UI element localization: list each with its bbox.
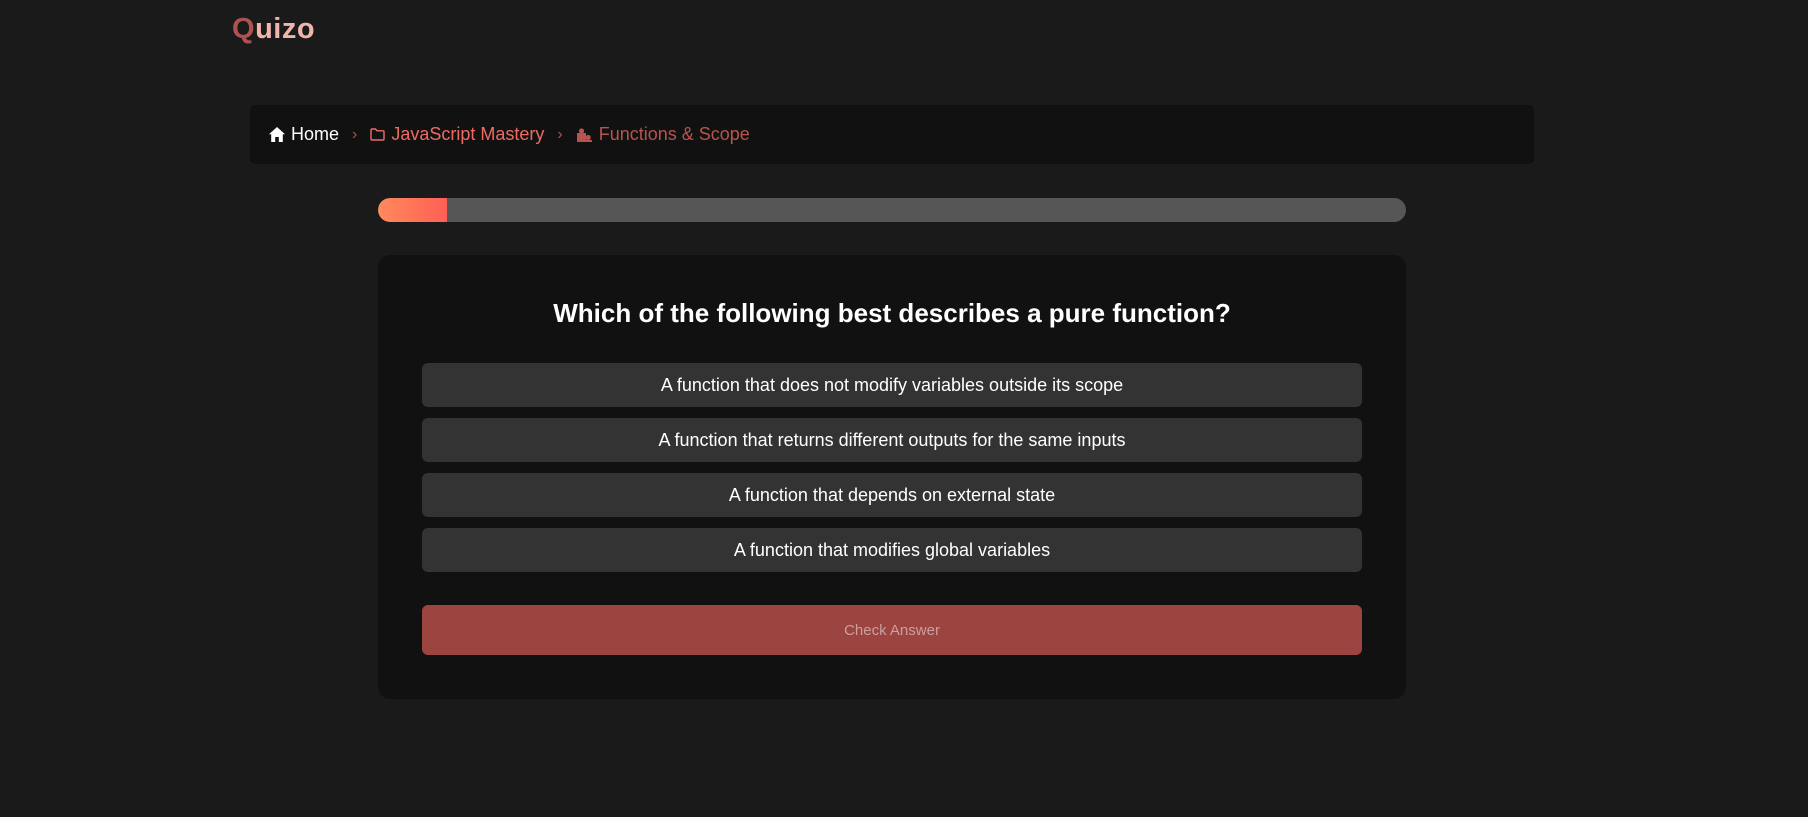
- quiz-progress-bar: [378, 198, 1406, 222]
- quiz-card: Which of the following best describes a …: [378, 255, 1406, 699]
- breadcrumb-current: Functions & Scope: [576, 124, 750, 145]
- answer-option[interactable]: A function that modifies global variable…: [422, 528, 1362, 572]
- answer-option[interactable]: A function that does not modify variable…: [422, 363, 1362, 407]
- check-answer-button[interactable]: Check Answer: [422, 605, 1362, 655]
- answer-option[interactable]: A function that returns different output…: [422, 418, 1362, 462]
- quiz-progress-fill: [378, 198, 447, 222]
- breadcrumb-home-label: Home: [291, 124, 340, 144]
- breadcrumb-current-label: Functions & Scope: [598, 124, 750, 144]
- breadcrumb-home-link[interactable]: Home: [269, 124, 339, 145]
- app-logo[interactable]: Quizo: [232, 13, 315, 46]
- breadcrumb: Home › JavaScript Mastery › Functions & …: [250, 105, 1534, 164]
- puzzle-icon: [576, 127, 592, 142]
- logo-text: uizo: [255, 13, 316, 45]
- home-icon: [269, 127, 285, 142]
- breadcrumb-separator: ›: [352, 125, 358, 143]
- breadcrumb-course-label: JavaScript Mastery: [391, 124, 545, 144]
- folder-icon: [370, 128, 386, 141]
- question-text: Which of the following best describes a …: [553, 298, 1231, 328]
- breadcrumb-course-link[interactable]: JavaScript Mastery: [370, 124, 544, 145]
- answer-options: A function that does not modify variable…: [422, 363, 1362, 583]
- breadcrumb-separator: ›: [557, 125, 563, 143]
- answer-option[interactable]: A function that depends on external stat…: [422, 473, 1362, 517]
- logo-initial: Q: [232, 13, 256, 45]
